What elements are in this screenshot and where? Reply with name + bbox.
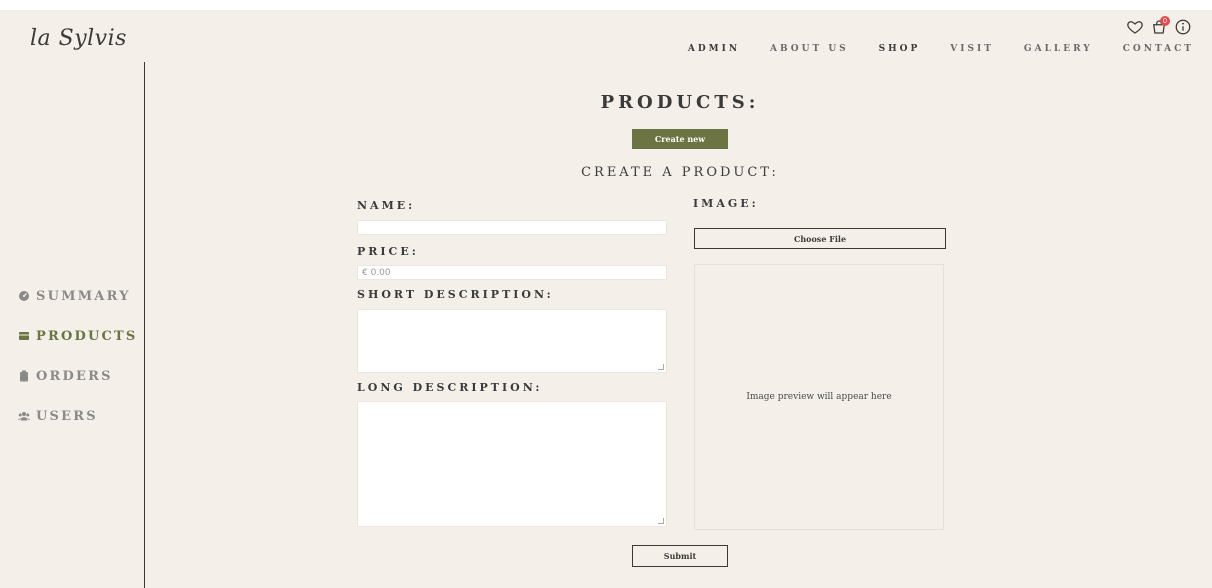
resize-handle[interactable] <box>658 364 664 370</box>
products-icon <box>18 330 30 342</box>
sidebar: SUMMARY PRODUCTS ORDERS USERS <box>18 286 138 446</box>
nav-visit[interactable]: VISIT <box>950 44 994 54</box>
nav-gallery[interactable]: GALLERY <box>1024 44 1093 54</box>
short-description-field[interactable] <box>357 309 667 373</box>
heart-icon[interactable] <box>1126 18 1144 36</box>
nav-shop[interactable]: SHOP <box>879 44 921 54</box>
header-icons: 0 <box>1126 16 1192 36</box>
name-field[interactable] <box>357 220 667 235</box>
cart-icon[interactable]: 0 <box>1150 16 1170 36</box>
sidebar-item-label: USERS <box>36 408 98 424</box>
sidebar-item-label: ORDERS <box>36 368 113 384</box>
page-title: PRODUCTS: <box>600 92 760 113</box>
nav-admin[interactable]: ADMIN <box>688 44 740 54</box>
submit-button[interactable]: Submit <box>632 545 728 567</box>
sidebar-divider <box>144 62 145 588</box>
short-description-label: SHORT DESCRIPTION: <box>357 288 554 301</box>
image-label: IMAGE: <box>693 197 759 210</box>
sidebar-item-label: SUMMARY <box>36 288 131 304</box>
resize-handle[interactable] <box>658 518 664 524</box>
price-label: PRICE: <box>357 245 419 258</box>
nav-about-us[interactable]: ABOUT US <box>770 44 849 54</box>
form-title: CREATE A PRODUCT: <box>581 165 779 180</box>
top-strip <box>0 0 1212 10</box>
info-icon[interactable] <box>1174 18 1192 36</box>
dashboard-icon <box>18 290 30 302</box>
brand-logo[interactable]: la Sylvis <box>30 26 127 51</box>
image-preview-text: Image preview will appear here <box>746 392 892 402</box>
main-nav: ADMIN ABOUT US SHOP VISIT GALLERY CONTAC… <box>688 44 1194 54</box>
name-label: NAME: <box>357 199 416 212</box>
sidebar-item-products[interactable]: PRODUCTS <box>18 326 138 346</box>
users-icon <box>18 410 30 422</box>
cart-badge: 0 <box>1160 16 1170 26</box>
nav-contact[interactable]: CONTACT <box>1123 44 1194 54</box>
image-preview: Image preview will appear here <box>694 264 944 530</box>
create-new-button[interactable]: Create new <box>632 129 728 149</box>
sidebar-item-summary[interactable]: SUMMARY <box>18 286 138 306</box>
sidebar-item-users[interactable]: USERS <box>18 406 138 426</box>
clipboard-icon <box>18 370 30 382</box>
sidebar-item-orders[interactable]: ORDERS <box>18 366 138 386</box>
choose-file-button[interactable]: Choose File <box>694 228 946 249</box>
price-field[interactable]: € 0.00 <box>357 265 667 280</box>
sidebar-item-label: PRODUCTS <box>36 328 138 344</box>
long-description-label: LONG DESCRIPTION: <box>357 381 543 394</box>
long-description-field[interactable] <box>357 401 667 527</box>
